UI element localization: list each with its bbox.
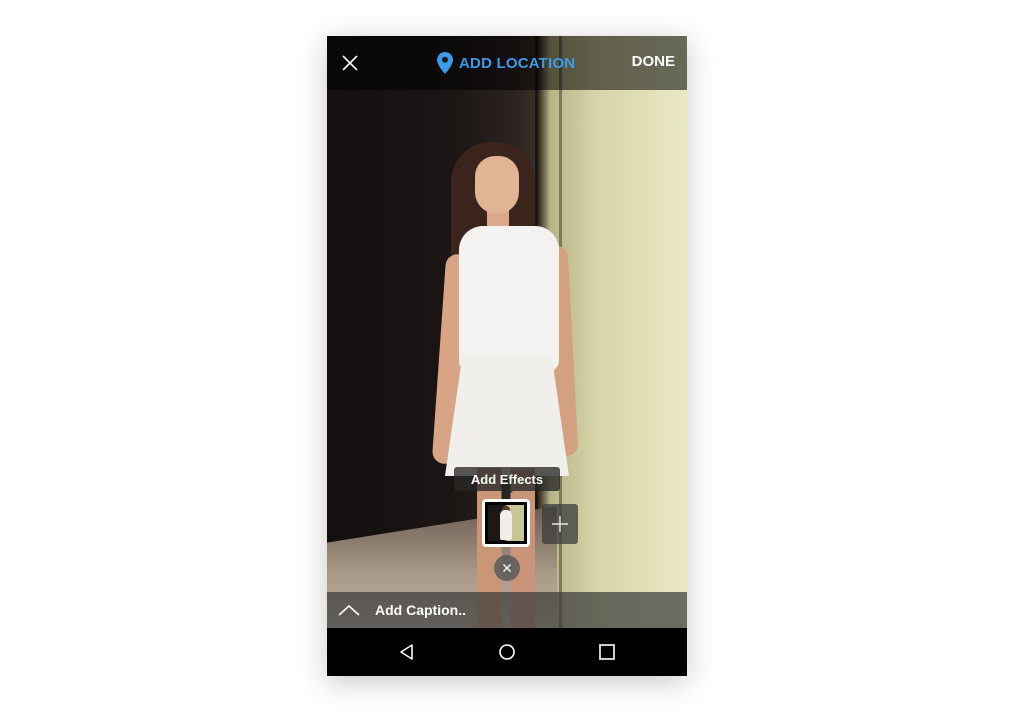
back-triangle-icon (400, 644, 413, 660)
done-button[interactable]: DONE (632, 53, 675, 70)
top-bar: ADD LOCATION DONE (327, 36, 687, 90)
remove-frame-button[interactable] (494, 555, 520, 581)
caption-placeholder[interactable]: Add Caption.. (375, 602, 466, 618)
recents-button[interactable] (595, 640, 619, 664)
add-location-label: ADD LOCATION (459, 54, 576, 72)
phone-screen: ADD LOCATION DONE Add Effects Add Captio… (327, 36, 687, 676)
recents-square-icon (599, 644, 615, 660)
person-dress-skirt (445, 356, 569, 476)
back-button[interactable] (395, 640, 419, 664)
person-dress (459, 226, 559, 371)
add-frame-button[interactable] (542, 504, 578, 544)
close-icon (342, 55, 358, 71)
frame-thumbnail[interactable] (482, 499, 530, 547)
thumbnail-person (500, 510, 512, 540)
plus-icon (552, 516, 568, 532)
location-pin-icon (437, 52, 453, 74)
add-location-button[interactable]: ADD LOCATION (437, 52, 575, 74)
home-button[interactable] (495, 640, 519, 664)
navigation-bar (327, 628, 687, 676)
home-circle-icon (499, 644, 515, 660)
person-face (475, 156, 519, 214)
add-caption-bar[interactable]: Add Caption.. (327, 592, 687, 628)
tooltip-arrow (501, 491, 513, 497)
close-button[interactable] (335, 48, 365, 78)
expand-caption-button[interactable] (327, 592, 371, 628)
chevron-up-icon (338, 604, 360, 616)
add-effects-tooltip[interactable]: Add Effects (454, 467, 560, 491)
close-icon (503, 564, 511, 572)
